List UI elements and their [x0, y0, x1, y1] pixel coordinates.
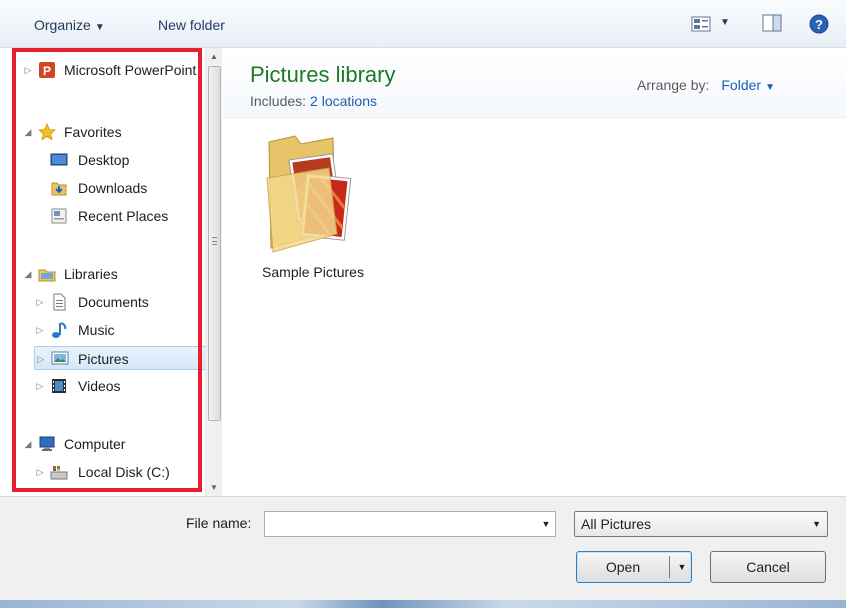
file-type-select[interactable]: All Pictures ▼: [574, 511, 828, 537]
help-icon[interactable]: ?: [809, 14, 829, 34]
folder-icon: [266, 135, 352, 253]
file-type-value: All Pictures: [581, 516, 652, 532]
open-options-dropdown-icon[interactable]: ▼: [675, 552, 689, 582]
window-bottom-bar: [0, 600, 846, 608]
split-divider: [669, 556, 670, 578]
music-icon: [52, 322, 67, 338]
collapse-arrow-icon[interactable]: ◢: [22, 432, 34, 456]
nav-item-libraries[interactable]: ◢ Libraries: [22, 262, 205, 286]
nav-item-local-disk[interactable]: ▷ Local Disk (C:): [34, 460, 205, 484]
collapse-arrow-icon[interactable]: ◢: [22, 262, 34, 286]
library-title: Pictures library: [250, 62, 396, 87]
documents-icon: [53, 293, 66, 311]
nav-item-downloads[interactable]: Downloads: [34, 176, 205, 200]
expand-arrow-icon[interactable]: ▷: [34, 318, 46, 342]
nav-item-label: Recent Places: [78, 208, 169, 224]
scroll-down-icon[interactable]: ▼: [206, 479, 222, 496]
downloads-icon: [51, 182, 67, 196]
scroll-up-icon[interactable]: ▲: [206, 48, 222, 65]
grip-icon: [212, 237, 217, 245]
powerpoint-icon: P: [39, 62, 55, 78]
nav-item-label: Pictures: [78, 351, 129, 367]
content-pane: Pictures library Includes: 2 locations Ar…: [223, 48, 846, 496]
scrollbar-thumb[interactable]: [208, 66, 221, 421]
library-header: Pictures library Includes: 2 locations Ar…: [223, 48, 846, 118]
pictures-icon: [51, 351, 69, 365]
nav-item-computer[interactable]: ◢ Computer: [22, 432, 205, 456]
expand-arrow-icon[interactable]: ▷: [34, 290, 46, 314]
nav-item-label: Local Disk (C:): [78, 464, 170, 480]
expand-arrow-icon[interactable]: ▷: [34, 374, 46, 398]
toolbar: Organize ▼ New folder ▼ ?: [0, 0, 846, 48]
videos-icon: [52, 379, 66, 393]
file-name-input[interactable]: [264, 511, 556, 537]
computer-icon: [39, 436, 55, 451]
nav-item-label: Documents: [78, 294, 149, 310]
svg-text:?: ?: [815, 17, 823, 32]
view-options-dropdown-icon[interactable]: ▼: [720, 17, 730, 28]
star-icon: [38, 123, 56, 141]
library-includes: Includes: 2 locations: [250, 93, 377, 109]
nav-item-desktop[interactable]: Desktop: [34, 148, 205, 172]
file-tile-label: Sample Pictures: [262, 264, 364, 280]
arrange-by-label: Arrange by:: [637, 77, 710, 93]
recent-places-icon: [51, 208, 67, 224]
file-tile-sample-pictures[interactable]: Sample Pictures: [253, 130, 371, 280]
nav-scrollbar[interactable]: ▲ ▼: [205, 48, 222, 496]
includes-locations-link[interactable]: 2 locations: [310, 93, 377, 109]
nav-item-pictures[interactable]: ▷ Pictures: [34, 346, 222, 370]
nav-item-microsoft-powerpoint[interactable]: ▷ P Microsoft PowerPoint: [22, 58, 205, 82]
expand-arrow-icon[interactable]: ▷: [22, 58, 34, 82]
view-icon[interactable]: [691, 16, 711, 32]
bottom-panel: File name: ▼ All Pictures ▼ Open ▼ Cance…: [0, 496, 846, 608]
chevron-down-icon: ▼: [812, 519, 821, 529]
svg-text:P: P: [43, 64, 51, 78]
nav-item-music[interactable]: ▷ Music: [34, 318, 205, 342]
organize-label: Organize: [34, 17, 91, 33]
nav-item-label: Downloads: [78, 180, 148, 196]
expand-arrow-icon[interactable]: ▷: [34, 460, 46, 484]
arrange-by-dropdown[interactable]: Folder: [721, 77, 761, 93]
nav-item-label: Desktop: [78, 152, 130, 168]
file-name-dropdown-icon[interactable]: ▼: [538, 512, 554, 536]
new-folder-button[interactable]: New folder: [158, 14, 225, 36]
nav-item-label: Videos: [78, 378, 121, 394]
cancel-button[interactable]: Cancel: [710, 551, 826, 583]
libraries-icon: [38, 269, 56, 282]
includes-label: Includes:: [250, 93, 307, 109]
nav-item-label: Microsoft PowerPoint: [64, 62, 197, 78]
expand-arrow-icon[interactable]: ▷: [35, 347, 47, 371]
nav-item-favorites[interactable]: ◢ Favorites: [22, 120, 205, 144]
nav-item-documents[interactable]: ▷ Documents: [34, 290, 205, 314]
navigation-pane: ▷ P Microsoft PowerPoint ◢ Favorites Des…: [0, 48, 222, 496]
nav-item-videos[interactable]: ▷ Videos: [34, 374, 205, 398]
nav-item-label: Music: [78, 322, 115, 338]
chevron-down-icon: ▼: [94, 22, 105, 33]
organize-button[interactable]: Organize ▼: [34, 14, 105, 36]
collapse-arrow-icon[interactable]: ◢: [22, 120, 34, 144]
chevron-down-icon[interactable]: ▼: [765, 82, 775, 93]
preview-pane-icon[interactable]: [762, 14, 782, 32]
desktop-icon: [50, 153, 68, 166]
local-disk-icon: [50, 466, 68, 480]
nav-item-label: Libraries: [64, 266, 118, 282]
nav-item-label: Favorites: [64, 124, 122, 140]
file-name-label: File name:: [186, 515, 252, 531]
open-button[interactable]: Open ▼: [576, 551, 692, 583]
open-button-label: Open: [605, 559, 641, 575]
arrange-by: Arrange by: Folder ▼: [637, 77, 775, 93]
nav-item-label: Computer: [64, 436, 126, 452]
nav-item-recent-places[interactable]: Recent Places: [34, 204, 205, 228]
